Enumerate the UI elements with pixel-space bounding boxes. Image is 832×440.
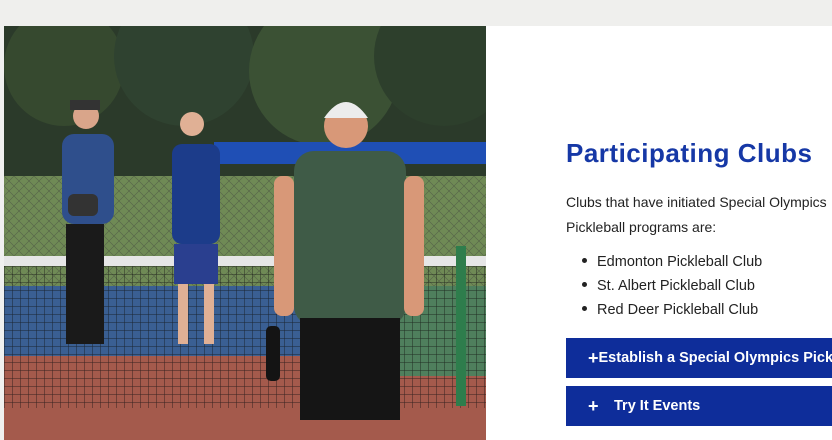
bullet-icon	[582, 305, 587, 311]
page-top-strip	[0, 0, 832, 26]
bullet-icon	[582, 281, 587, 287]
section-intro: Clubs that have initiated Special Olympi…	[566, 194, 827, 235]
list-item: St. Albert Pickleball Club	[582, 274, 762, 298]
accordion-try-it-events[interactable]: + Try It Events	[566, 386, 832, 426]
list-item: Red Deer Pickleball Club	[582, 298, 762, 322]
participating-clubs-section: Participating Clubs Clubs that have init…	[486, 26, 832, 440]
accordion-establish-program[interactable]: + Establish a Special Olympics Picklebal…	[566, 338, 832, 378]
accordion-label: Try It Events	[614, 398, 701, 414]
pickleball-photo	[4, 26, 486, 440]
accordion: + Establish a Special Olympics Picklebal…	[566, 338, 832, 426]
club-name: St. Albert Pickleball Club	[597, 278, 755, 294]
list-item: Edmonton Pickleball Club	[582, 250, 762, 274]
section-title: Participating Clubs	[566, 138, 813, 168]
plus-icon: +	[588, 395, 599, 416]
plus-icon: +	[588, 347, 599, 368]
accordion-label: Establish a Special Olympics Pickleball …	[598, 350, 832, 366]
bullet-icon	[582, 257, 587, 263]
club-name: Red Deer Pickleball Club	[597, 302, 759, 318]
clubs-list: Edmonton Pickleball Club St. Albert Pick…	[582, 250, 762, 322]
club-name: Edmonton Pickleball Club	[597, 254, 763, 270]
